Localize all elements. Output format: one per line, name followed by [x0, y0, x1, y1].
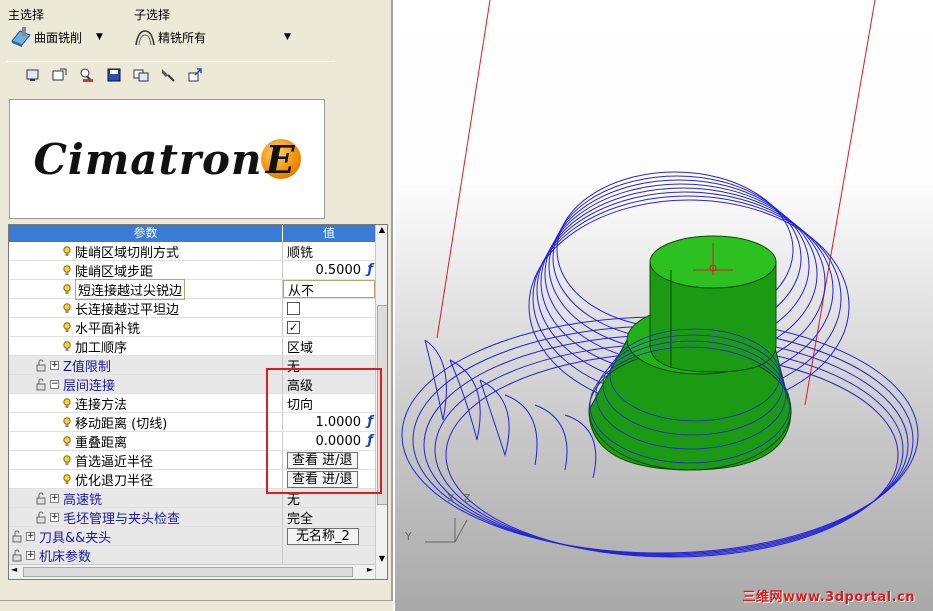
axis-z-label: Z — [463, 492, 471, 505]
sub-selection-label: 子选择 — [134, 8, 171, 22]
scroll-down-icon[interactable]: ▼ — [376, 554, 387, 563]
checkbox[interactable] — [287, 301, 300, 315]
bulb-icon — [63, 473, 71, 485]
sub-selection-combo[interactable]: 精铣所有 ▼ — [134, 27, 291, 47]
expand-toggle-icon[interactable]: + — [26, 550, 35, 560]
logo-panel: Cimatron E — [9, 99, 325, 219]
bottom-tabs — [0, 600, 393, 611]
checkbox[interactable]: ✓ — [287, 320, 300, 334]
surface-mill-icon — [10, 27, 32, 47]
lock-icon — [11, 549, 24, 562]
expand-toggle-icon[interactable]: + — [50, 493, 59, 503]
bulb-icon — [63, 340, 71, 352]
axis-y-label: Y — [405, 530, 412, 543]
table-row[interactable]: + 毛坯管理与夹头检查 完全 — [9, 508, 375, 527]
toolbar-export-icon[interactable] — [186, 66, 204, 84]
toolbar-open-icon[interactable] — [51, 66, 69, 84]
toolbar — [24, 66, 204, 86]
table-row[interactable]: 陡峭区域切削方式 顺铣 — [9, 242, 375, 261]
main-selection-combo[interactable]: 曲面铣削 ▼ — [10, 27, 103, 47]
formula-icon[interactable]: ƒ — [367, 262, 373, 277]
sub-selection-value: 精铣所有 — [158, 30, 207, 45]
axis-x-label: X — [447, 492, 455, 505]
expand-toggle-icon[interactable]: + — [26, 531, 35, 541]
bulb-icon — [63, 245, 71, 257]
bulb-icon — [63, 397, 71, 409]
watermark-text: 三维网www.3dportal.cn — [742, 590, 915, 605]
grid-header: 参数 值 — [9, 225, 387, 242]
toolbar-find-icon[interactable] — [78, 66, 96, 84]
red-guide-line — [804, 0, 876, 406]
table-row[interactable]: 陡峭区域步距 0.5000 ƒ — [9, 261, 375, 280]
bulb-icon — [63, 416, 71, 428]
red-guide-line — [436, 0, 491, 339]
lock-icon — [35, 378, 48, 391]
lock-icon — [35, 359, 48, 372]
finish-all-icon — [134, 27, 156, 47]
axis-triad — [425, 518, 468, 543]
scroll-up-icon[interactable]: ▲ — [376, 225, 387, 234]
lock-icon — [35, 492, 48, 505]
toolbar-save-icon[interactable] — [105, 66, 123, 84]
dropdown-arrow-icon[interactable]: ▼ — [96, 32, 103, 42]
main-selection-value: 曲面铣削 — [34, 30, 83, 45]
collapse-toggle-icon[interactable]: − — [50, 379, 59, 389]
separator — [6, 61, 334, 62]
main-selection-label: 主选择 — [8, 8, 45, 22]
bulb-icon — [63, 264, 71, 276]
cimatron-logo: Cimatron E — [33, 135, 301, 184]
lock-icon — [35, 511, 48, 524]
horizontal-scrollbar[interactable]: ◄ ► — [9, 564, 375, 579]
table-row[interactable]: 水平面补铣 ✓ — [9, 318, 375, 337]
scroll-left-icon[interactable]: ◄ — [11, 565, 17, 574]
lock-icon — [11, 530, 24, 543]
scroll-thumb[interactable] — [23, 567, 353, 577]
table-row[interactable]: 长连接越过平坦边 — [9, 299, 375, 318]
table-row[interactable]: 加工顺序 区域 — [9, 337, 375, 356]
highlight-box — [266, 368, 382, 494]
bulb-icon — [63, 321, 71, 333]
expand-toggle-icon[interactable]: + — [50, 512, 59, 522]
column-header-value[interactable]: 值 — [283, 225, 375, 242]
dropdown-arrow-icon[interactable]: ▼ — [284, 32, 291, 42]
toolbar-new-icon[interactable] — [24, 66, 42, 84]
graphics-viewport[interactable]: X Z Y 三维网www.3dportal.cn — [395, 0, 933, 611]
column-header-parameter[interactable]: 参数 — [9, 225, 283, 242]
bulb-icon — [63, 283, 71, 295]
toolpath-scene — [401, 0, 919, 558]
bulb-icon — [63, 302, 71, 314]
toolbar-tool-icon[interactable] — [159, 66, 177, 84]
tool-name-button[interactable]: 无名称_2 — [287, 527, 359, 545]
bulb-icon — [63, 454, 71, 466]
expand-toggle-icon[interactable]: + — [50, 360, 59, 370]
table-row[interactable]: + 机床参数 — [9, 546, 375, 565]
scroll-right-icon[interactable]: ► — [367, 565, 373, 574]
parameter-panel: 主选择 曲面铣削 ▼ 子选择 精铣所有 ▼ Cimatron E 参数 值 陡峭… — [0, 0, 393, 611]
table-row[interactable]: + 刀具&&夹头 无名称_2 — [9, 527, 375, 546]
selection-area: 主选择 曲面铣削 ▼ 子选择 精铣所有 ▼ — [0, 0, 391, 92]
bulb-icon — [63, 435, 71, 447]
toolbar-copy-icon[interactable] — [132, 66, 150, 84]
table-row[interactable]: 短连接越过尖锐边 从不 — [9, 278, 375, 300]
